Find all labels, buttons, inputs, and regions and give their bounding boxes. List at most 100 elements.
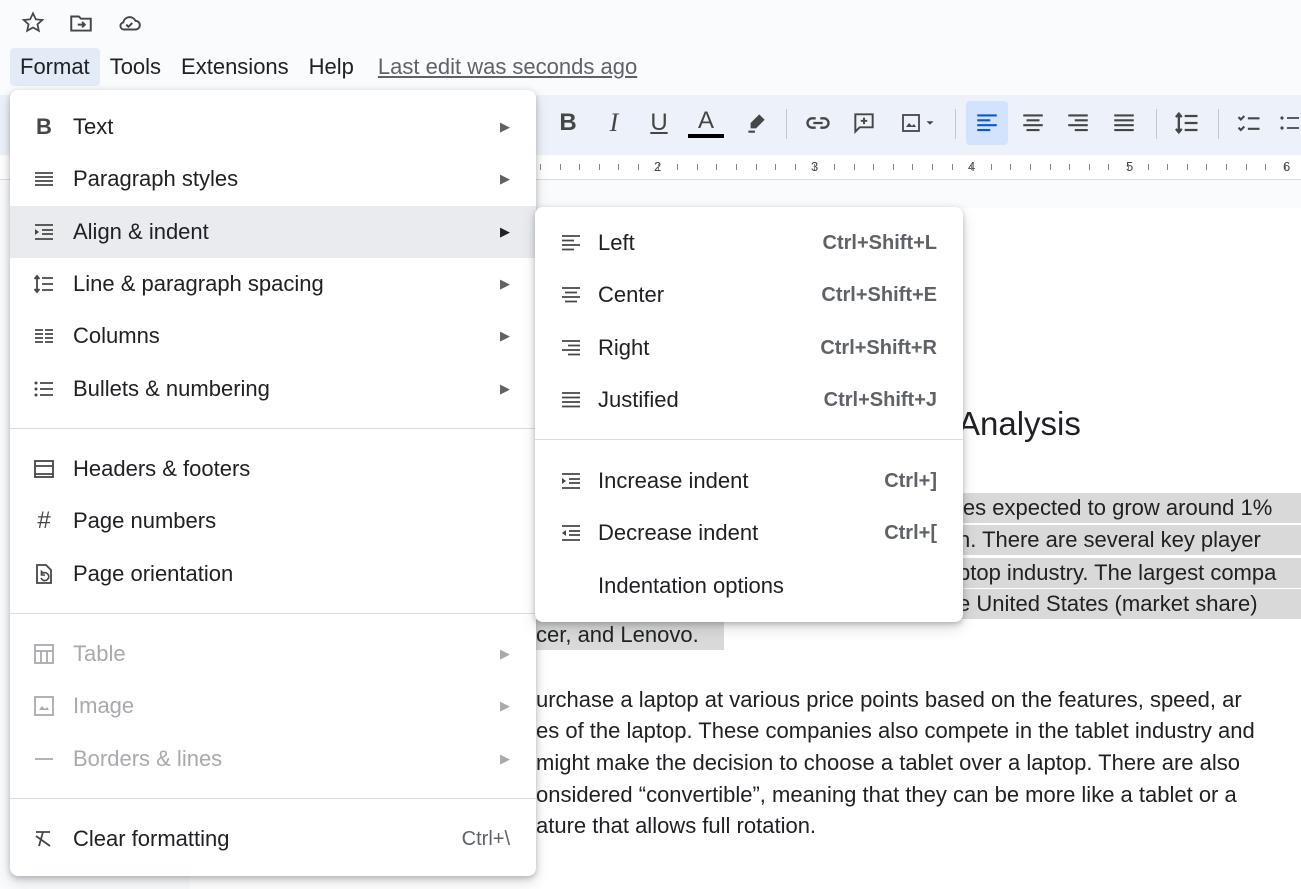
menu-item-label: Clear formatting	[73, 826, 230, 851]
text-color-button[interactable]: A	[686, 101, 726, 145]
format-menu-item-table: Table ▶	[10, 628, 536, 680]
align-justify-button[interactable]	[1103, 101, 1145, 145]
document-line: les expected to grow around 1%	[958, 493, 1301, 523]
borders-icon	[30, 745, 58, 773]
format-menu-item-clear-formatting[interactable]: Clear formatting Ctrl+\	[10, 813, 536, 865]
ruler-tick	[814, 164, 815, 170]
columns-icon	[30, 322, 58, 350]
format-menu-item-page-numbers[interactable]: # Page numbers	[10, 495, 536, 547]
align-justify-icon	[1114, 114, 1134, 132]
ruler-tick	[1148, 164, 1149, 170]
format-menu-item-align-indent[interactable]: Align & indent ▶	[10, 206, 536, 258]
page-orientation-icon	[30, 560, 58, 588]
bulleted-list-icon	[1280, 116, 1299, 130]
document-line: e United States (market share)	[958, 589, 1301, 619]
menu-help[interactable]: Help	[299, 48, 364, 86]
link-icon	[806, 117, 830, 129]
submenu-arrow-icon: ▶	[500, 698, 510, 713]
insert-image-button[interactable]	[892, 101, 944, 145]
format-menu-item-line-spacing[interactable]: Line & paragraph spacing ▶	[10, 258, 536, 310]
ruler-tick	[1187, 164, 1188, 170]
ruler-tick	[736, 164, 737, 170]
chevron-down-icon	[926, 121, 934, 125]
submenu-arrow-icon: ▶	[500, 328, 510, 343]
menu-divider	[10, 428, 536, 429]
underline-button[interactable]: U	[643, 101, 675, 145]
bulleted-list-button[interactable]	[1278, 101, 1301, 145]
submenu-item-left[interactable]: Left Ctrl+Shift+L	[535, 217, 963, 269]
align-indent-icon	[30, 218, 58, 246]
format-menu: B Text ▶ Paragraph styles ▶ Align & inde…	[10, 90, 536, 876]
line-spacing-icon	[30, 270, 58, 298]
checklist-button[interactable]	[1228, 101, 1270, 145]
add-comment-icon	[854, 113, 874, 135]
format-menu-item-bullets[interactable]: Bullets & numbering ▶	[10, 363, 536, 415]
ruler-tick	[658, 164, 659, 170]
highlight-pen-icon	[748, 114, 765, 133]
menu-item-label: Bullets & numbering	[73, 376, 270, 401]
headers-footers-icon	[30, 455, 58, 483]
align-center-button[interactable]	[1012, 101, 1054, 145]
menu-item-shortcut: Ctrl+Shift+R	[820, 336, 937, 359]
align-center-icon	[1023, 114, 1043, 132]
bold-button[interactable]: B	[552, 101, 584, 145]
submenu-item-right[interactable]: Right Ctrl+Shift+R	[535, 322, 963, 374]
menu-item-label: Headers & footers	[73, 456, 251, 481]
table-icon	[30, 640, 58, 668]
align-justify-icon	[557, 386, 585, 414]
submenu-arrow-icon: ▶	[500, 224, 510, 239]
highlight-button[interactable]	[738, 101, 774, 145]
menu-item-label: Page numbers	[73, 508, 217, 533]
ruler-tick	[854, 164, 855, 170]
line-spacing-button[interactable]	[1166, 101, 1208, 145]
image-icon	[902, 114, 920, 132]
ruler-tick	[579, 164, 580, 170]
menu-format[interactable]: Format	[10, 48, 100, 86]
menu-item-label: Table	[73, 641, 126, 666]
document-line: urchase a laptop at various price points…	[536, 687, 1242, 712]
menu-tools[interactable]: Tools	[100, 48, 171, 86]
ruler-tick	[952, 164, 953, 170]
ruler-tick	[873, 164, 874, 170]
submenu-arrow-icon: ▶	[500, 171, 510, 186]
submenu-item-center[interactable]: Center Ctrl+Shift+E	[535, 269, 963, 321]
hash-icon: #	[37, 507, 51, 534]
ruler-tick	[1285, 164, 1286, 170]
format-menu-item-columns[interactable]: Columns ▶	[10, 310, 536, 362]
format-menu-item-paragraph-styles[interactable]: Paragraph styles ▶	[10, 153, 536, 205]
document-line: onsidered “convertible”, meaning that th…	[536, 782, 1237, 807]
add-comment-button[interactable]	[846, 101, 882, 145]
format-menu-item-headers-footers[interactable]: Headers & footers	[10, 443, 536, 495]
ruler-tick	[912, 164, 913, 170]
last-edit-link[interactable]: Last edit was seconds ago	[378, 54, 637, 80]
format-menu-item-text[interactable]: B Text ▶	[10, 101, 536, 153]
ruler-tick	[1030, 164, 1031, 170]
insert-link-button[interactable]	[800, 101, 836, 145]
submenu-item-decrease-indent[interactable]: Decrease indent Ctrl+[	[535, 507, 963, 559]
align-left-button[interactable]	[966, 101, 1008, 145]
ruler-tick	[1246, 164, 1247, 170]
italic-button[interactable]: I	[598, 101, 630, 145]
menu-item-shortcut: Ctrl+\	[461, 827, 510, 850]
ruler-tick	[971, 164, 972, 170]
move-to-folder-icon[interactable]	[68, 10, 94, 41]
ruler-tick	[1226, 164, 1227, 170]
align-left-icon	[557, 229, 585, 257]
align-right-button[interactable]	[1057, 101, 1099, 145]
ruler-tick	[795, 164, 796, 170]
submenu-item-justified[interactable]: Justified Ctrl+Shift+J	[535, 374, 963, 426]
menu-item-label: Left	[598, 230, 635, 255]
menu-item-label: Justified	[598, 387, 679, 412]
align-indent-submenu: Left Ctrl+Shift+L Center Ctrl+Shift+E Ri…	[535, 207, 963, 622]
submenu-item-indentation-options[interactable]: Indentation options	[535, 560, 963, 612]
star-icon[interactable]	[20, 10, 46, 41]
clear-formatting-icon	[30, 825, 58, 853]
menu-extensions[interactable]: Extensions	[171, 48, 299, 86]
submenu-arrow-icon: ▶	[500, 381, 510, 396]
format-menu-item-page-orientation[interactable]: Page orientation	[10, 548, 536, 600]
menu-item-shortcut: Ctrl+Shift+E	[821, 283, 937, 306]
cloud-saved-icon[interactable]	[116, 10, 142, 41]
submenu-item-increase-indent[interactable]: Increase indent Ctrl+]	[535, 455, 963, 507]
menu-item-label: Align & indent	[73, 219, 209, 244]
ruler-tick	[1069, 164, 1070, 170]
